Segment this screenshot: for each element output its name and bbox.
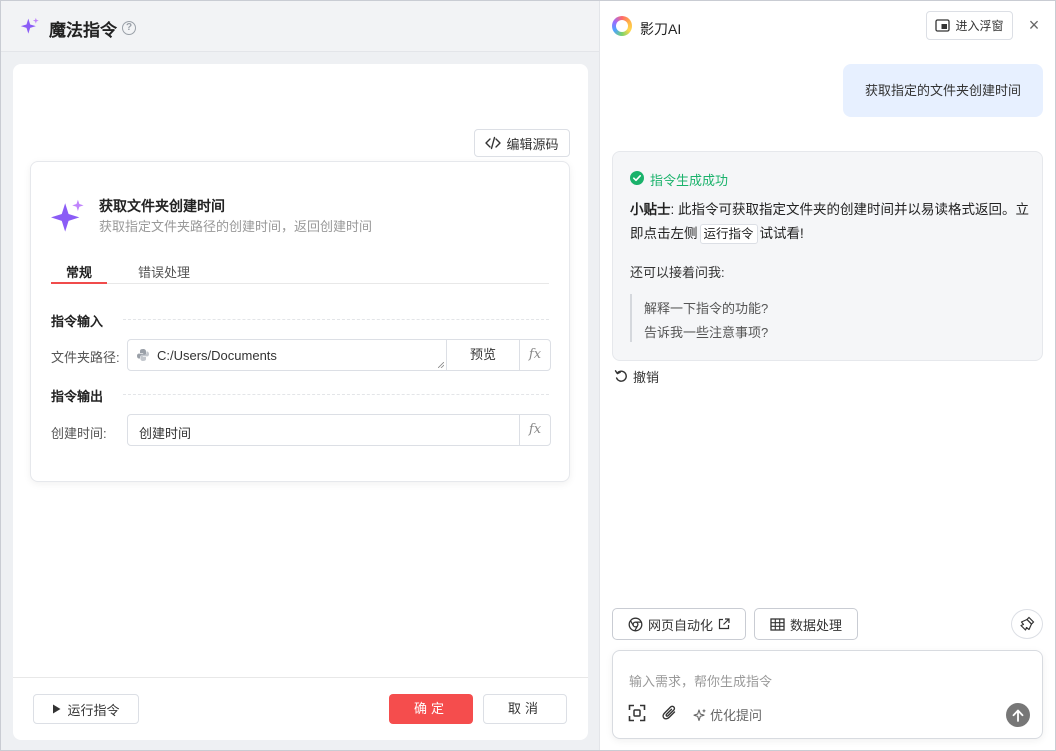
tip-body: : 此指令可获取指定文件夹的创建时间并以易读格式返回。立即点击左侧 bbox=[630, 202, 1030, 241]
suggested-question[interactable]: 解释一下指令的功能? bbox=[644, 298, 768, 317]
run-command-tag[interactable]: 运行指令 bbox=[699, 224, 758, 244]
fx-button[interactable]: fx bbox=[519, 415, 550, 445]
created-time-field[interactable]: 创建时间 fx bbox=[127, 414, 551, 446]
command-card: 获取文件夹创建时间 获取指定文件夹路径的创建时间，返回创建时间 常规 错误处理 … bbox=[30, 161, 570, 482]
send-button[interactable] bbox=[1006, 703, 1030, 727]
brush-icon bbox=[1020, 616, 1035, 631]
page-title: 魔法指令 bbox=[49, 21, 117, 40]
tip-label: 小贴士 bbox=[630, 202, 671, 217]
undo-icon bbox=[614, 370, 627, 382]
quote-bar bbox=[630, 294, 632, 342]
arrow-up-icon bbox=[1012, 709, 1024, 722]
preview-button[interactable]: 预览 bbox=[446, 340, 519, 370]
folder-path-value: C:/Users/Documents bbox=[157, 348, 277, 363]
optimize-question-button[interactable]: 优化提问 bbox=[693, 705, 762, 724]
sparkle-icon bbox=[51, 199, 84, 232]
edit-source-label: 编辑源码 bbox=[506, 136, 559, 152]
user-message: 获取指定的文件夹创建时间 bbox=[843, 64, 1043, 117]
app-name: 影刀AI bbox=[640, 21, 682, 37]
created-time-label: 创建时间: bbox=[51, 426, 107, 441]
tab-general[interactable]: 常规 bbox=[66, 262, 92, 281]
code-icon bbox=[485, 136, 502, 150]
data-processing-label: 数据处理 bbox=[789, 617, 842, 633]
pane-header: 魔法指令 ? bbox=[1, 1, 599, 52]
float-window-label: 进入浮窗 bbox=[955, 19, 1004, 33]
screenshot-icon[interactable] bbox=[628, 704, 646, 722]
chat-input-box[interactable]: 输入需求，帮你生成指令 优化提问 bbox=[612, 650, 1043, 739]
play-icon bbox=[53, 704, 61, 714]
check-circle-icon bbox=[630, 171, 644, 185]
external-link-icon bbox=[718, 618, 730, 630]
sparkle-icon bbox=[693, 708, 706, 721]
command-description: 获取指定文件夹路径的创建时间，返回创建时间 bbox=[99, 219, 373, 234]
web-automation-chip[interactable]: 网页自动化 bbox=[612, 608, 746, 640]
folder-path-field[interactable]: C:/Users/Documents 预览 fx bbox=[127, 339, 551, 371]
fx-button[interactable]: fx bbox=[519, 340, 550, 370]
cancel-button[interactable]: 取消 bbox=[483, 694, 567, 724]
magic-command-pane: 魔法指令 ? 编辑源码 获取文件夹创建时间 获取指定文件夹路径的创建时间，返回创… bbox=[1, 1, 599, 750]
resize-handle-icon[interactable] bbox=[438, 362, 444, 368]
undo-label: 撤销 bbox=[633, 370, 660, 385]
output-section-title: 指令输出 bbox=[51, 389, 104, 404]
float-window-icon bbox=[935, 19, 951, 32]
active-tab-indicator bbox=[51, 282, 107, 284]
app-logo-icon bbox=[612, 16, 632, 36]
data-processing-chip[interactable]: 数据处理 bbox=[754, 608, 858, 640]
chat-input-placeholder: 输入需求，帮你生成指令 bbox=[629, 674, 773, 689]
input-section-title: 指令输入 bbox=[51, 314, 104, 329]
ai-response-card: 指令生成成功 小贴士: 此指令可获取指定文件夹的创建时间并以易读格式返回。立即点… bbox=[612, 151, 1043, 361]
editor-panel: 编辑源码 获取文件夹创建时间 获取指定文件夹路径的创建时间，返回创建时间 常规 … bbox=[13, 64, 588, 740]
success-status: 指令生成成功 bbox=[650, 173, 729, 188]
created-time-value: 创建时间 bbox=[139, 426, 192, 441]
edit-source-button[interactable]: 编辑源码 bbox=[474, 129, 570, 157]
table-icon bbox=[770, 617, 785, 631]
float-window-button[interactable]: 进入浮窗 bbox=[926, 11, 1013, 40]
web-automation-label: 网页自动化 bbox=[647, 617, 713, 633]
attachment-icon[interactable] bbox=[661, 704, 679, 722]
tip-text: 小贴士: 此指令可获取指定文件夹的创建时间并以易读格式返回。立即点击左侧 运行指令… bbox=[630, 198, 1030, 246]
ai-assistant-pane: 影刀AI 进入浮窗 × 获取指定的文件夹创建时间 指令生成成功 小贴士: 此指令… bbox=[599, 1, 1055, 750]
ask-more-label: 还可以接着问我: bbox=[630, 265, 725, 280]
undo-button[interactable]: 撤销 bbox=[614, 367, 659, 386]
clear-chat-button[interactable] bbox=[1011, 609, 1043, 639]
python-icon bbox=[137, 349, 149, 361]
section-divider bbox=[123, 394, 549, 395]
suggested-question[interactable]: 告诉我一些注意事项? bbox=[644, 322, 768, 341]
footer-divider bbox=[13, 677, 588, 678]
folder-path-label: 文件夹路径: bbox=[51, 350, 120, 365]
section-divider bbox=[123, 319, 549, 320]
tab-error-handling[interactable]: 错误处理 bbox=[138, 262, 190, 281]
optimize-question-label: 优化提问 bbox=[710, 708, 763, 723]
close-icon[interactable]: × bbox=[1024, 15, 1044, 36]
tip-end: 试试看! bbox=[759, 226, 804, 241]
sparkle-icon bbox=[20, 17, 39, 34]
help-icon[interactable]: ? bbox=[122, 21, 136, 35]
tab-divider bbox=[51, 283, 549, 284]
confirm-button[interactable]: 确定 bbox=[389, 694, 473, 724]
command-title: 获取文件夹创建时间 bbox=[99, 198, 225, 214]
run-command-label: 运行指令 bbox=[67, 702, 120, 718]
run-command-button[interactable]: 运行指令 bbox=[33, 694, 139, 724]
chrome-icon bbox=[628, 617, 643, 631]
